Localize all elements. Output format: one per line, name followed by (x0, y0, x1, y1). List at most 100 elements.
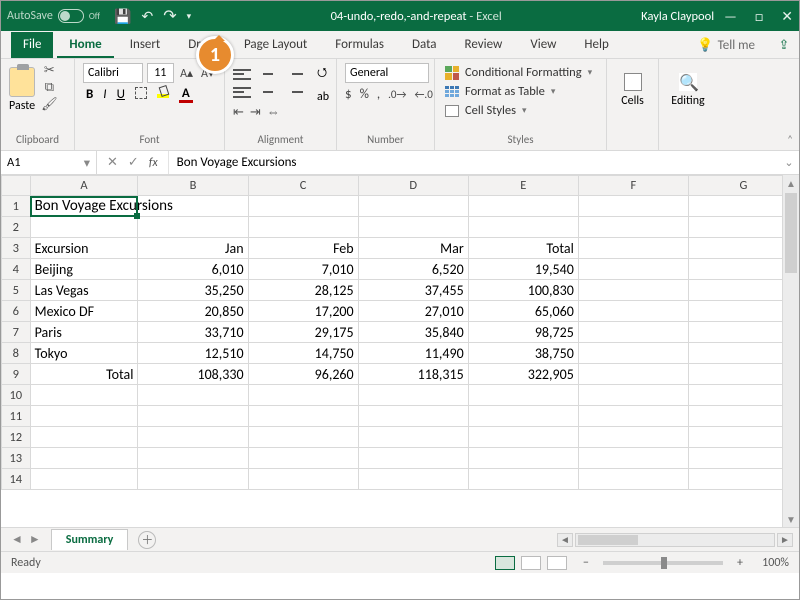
cell[interactable]: Paris (30, 322, 138, 343)
zoom-slider[interactable] (603, 561, 723, 565)
cell[interactable]: 29,175 (248, 322, 358, 343)
row-header[interactable]: 11 (2, 406, 31, 427)
vertical-scrollbar[interactable]: ▲ ▼ (782, 175, 799, 527)
scroll-left-icon[interactable]: ◄ (557, 533, 573, 547)
row-header[interactable]: 7 (2, 322, 31, 343)
cell[interactable]: 28,125 (248, 280, 358, 301)
prev-sheet-icon[interactable]: ◄ (11, 532, 23, 547)
cell[interactable]: 108,330 (138, 364, 248, 385)
cut-icon[interactable]: ✂ (44, 63, 55, 78)
cell[interactable] (468, 217, 578, 238)
zoom-percent[interactable]: 100% (749, 556, 789, 570)
cell[interactable] (30, 406, 138, 427)
cell[interactable]: 322,905 (468, 364, 578, 385)
decrease-indent-icon[interactable]: ⇤ (233, 105, 244, 120)
zoom-in-icon[interactable]: + (737, 556, 743, 570)
cell-styles-button[interactable]: Cell Styles▾ (443, 101, 598, 120)
cell[interactable] (468, 406, 578, 427)
row-header[interactable]: 10 (2, 385, 31, 406)
cell[interactable] (30, 469, 138, 490)
cell[interactable] (468, 385, 578, 406)
scroll-thumb[interactable] (578, 535, 638, 545)
cell[interactable] (358, 406, 468, 427)
tab-data[interactable]: Data (400, 32, 449, 58)
cell[interactable] (138, 448, 248, 469)
cell[interactable] (578, 385, 688, 406)
cell[interactable]: 12,510 (138, 343, 248, 364)
col-header-C[interactable]: C (248, 176, 358, 196)
cell[interactable]: 14,750 (248, 343, 358, 364)
autosave-toggle[interactable]: AutoSave Off (7, 9, 100, 23)
collapse-ribbon-icon[interactable]: ˄ (787, 133, 793, 146)
sheet-tab-summary[interactable]: Summary (51, 529, 129, 550)
col-header-D[interactable]: D (358, 176, 468, 196)
number-format-combo[interactable]: General (345, 63, 429, 83)
row-header[interactable]: 1 (2, 196, 31, 217)
cell[interactable] (578, 427, 688, 448)
font-size-combo[interactable]: 11 (147, 63, 175, 83)
cell[interactable] (30, 217, 138, 238)
cell[interactable] (248, 196, 358, 217)
row-header[interactable]: 8 (2, 343, 31, 364)
tab-home[interactable]: Home (57, 32, 113, 58)
worksheet-grid[interactable]: A B C D E F G 1 Bon Voyage Excursions 2 … (1, 175, 799, 527)
cell[interactable]: Beijing (30, 259, 138, 280)
increase-indent-icon[interactable]: ⇥ (250, 105, 261, 120)
horizontal-scrollbar[interactable]: ◄ ► (156, 533, 799, 547)
close-icon[interactable]: ✕ (781, 8, 793, 25)
cell[interactable] (468, 196, 578, 217)
cell[interactable] (248, 385, 358, 406)
cells-button[interactable]: Cells (615, 63, 650, 108)
cell[interactable] (578, 322, 688, 343)
cell[interactable] (358, 427, 468, 448)
copy-icon[interactable]: ⧉ (45, 80, 54, 95)
font-name-combo[interactable]: Calibri (83, 63, 143, 83)
col-header-B[interactable]: B (138, 176, 248, 196)
cell[interactable] (138, 427, 248, 448)
cell[interactable] (578, 406, 688, 427)
cell[interactable] (578, 259, 688, 280)
cell[interactable]: 96,260 (248, 364, 358, 385)
row-header[interactable]: 9 (2, 364, 31, 385)
signed-in-user[interactable]: Kayla Claypool (641, 9, 714, 24)
cell[interactable] (358, 448, 468, 469)
cell[interactable]: 100,830 (468, 280, 578, 301)
cell[interactable]: 98,725 (468, 322, 578, 343)
maximize-icon[interactable]: □ (755, 8, 763, 25)
cell[interactable] (578, 238, 688, 259)
cell[interactable] (30, 385, 138, 406)
cell[interactable] (578, 301, 688, 322)
cell[interactable] (248, 406, 358, 427)
tab-page-layout[interactable]: Page Layout (232, 32, 319, 58)
row-header[interactable]: 5 (2, 280, 31, 301)
cell-A1[interactable]: Bon Voyage Excursions (30, 196, 138, 217)
share-button[interactable]: ⇪ (769, 33, 799, 58)
tell-me-search[interactable]: 💡 Tell me (687, 33, 765, 58)
cell[interactable] (248, 469, 358, 490)
cell[interactable]: Tokyo (30, 343, 138, 364)
align-left-icon[interactable] (233, 86, 251, 100)
cell[interactable]: Total (30, 364, 138, 385)
cell[interactable] (30, 448, 138, 469)
cell[interactable]: 65,060 (468, 301, 578, 322)
fx-icon[interactable]: fx (149, 156, 158, 170)
cell[interactable]: Total (468, 238, 578, 259)
cell[interactable] (248, 448, 358, 469)
cell[interactable]: 38,750 (468, 343, 578, 364)
cell[interactable] (358, 196, 468, 217)
comma-icon[interactable]: , (377, 87, 380, 102)
align-top-icon[interactable] (233, 68, 251, 82)
row-header[interactable]: 2 (2, 217, 31, 238)
page-layout-view-icon[interactable] (521, 556, 541, 570)
cell[interactable]: Mar (358, 238, 468, 259)
cell[interactable] (578, 343, 688, 364)
cell[interactable] (248, 217, 358, 238)
formula-input[interactable]: Bon Voyage Excursions (169, 151, 779, 174)
cell[interactable] (138, 385, 248, 406)
cell[interactable] (578, 469, 688, 490)
align-right-icon[interactable] (285, 86, 303, 100)
scroll-down-icon[interactable]: ▼ (783, 511, 799, 527)
italic-button[interactable]: I (100, 87, 109, 102)
font-color-button[interactable]: A (176, 86, 196, 103)
cell[interactable]: Feb (248, 238, 358, 259)
